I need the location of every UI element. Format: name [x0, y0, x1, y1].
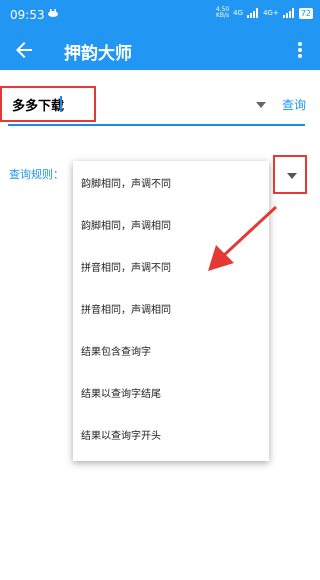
- rule-label: 查询规则：: [9, 168, 64, 181]
- notification-icon: [48, 9, 58, 17]
- dropdown-arrow-icon[interactable]: [256, 102, 266, 108]
- rule-dropdown-toggle[interactable]: [273, 155, 307, 194]
- network-speed: 4.50 KB/s: [215, 6, 230, 19]
- signal-label-2: 4G+: [263, 9, 279, 17]
- signal-label-1: 4G: [233, 9, 244, 17]
- status-bar: 09:53 4.50 KB/s 4G 4G+ 72: [0, 0, 320, 30]
- rule-option[interactable]: 结果以查询字结尾: [73, 375, 269, 415]
- status-indicators: 4.50 KB/s 4G 4G+ 72: [216, 7, 313, 19]
- battery-indicator: 72: [298, 7, 313, 19]
- page-title: 押韵大师: [64, 44, 132, 64]
- dropdown-arrow-icon: [287, 173, 297, 179]
- rule-option[interactable]: 结果包含查询字: [73, 333, 269, 373]
- status-time: 09:53: [10, 8, 45, 22]
- annotation-highlight-input: [0, 86, 96, 122]
- signal-icon: [247, 8, 259, 18]
- search-button[interactable]: 查询: [282, 96, 306, 113]
- search-underline: [8, 124, 305, 126]
- signal-icon: [282, 8, 294, 18]
- rule-option[interactable]: 结果以查询字开头: [73, 417, 269, 457]
- app-bar: 押韵大师: [0, 30, 320, 70]
- back-arrow-icon[interactable]: [12, 38, 36, 62]
- rule-option[interactable]: 拼音相同，声调相同: [73, 291, 269, 331]
- more-vert-icon[interactable]: [290, 38, 310, 62]
- annotation-arrow-icon: [208, 205, 278, 271]
